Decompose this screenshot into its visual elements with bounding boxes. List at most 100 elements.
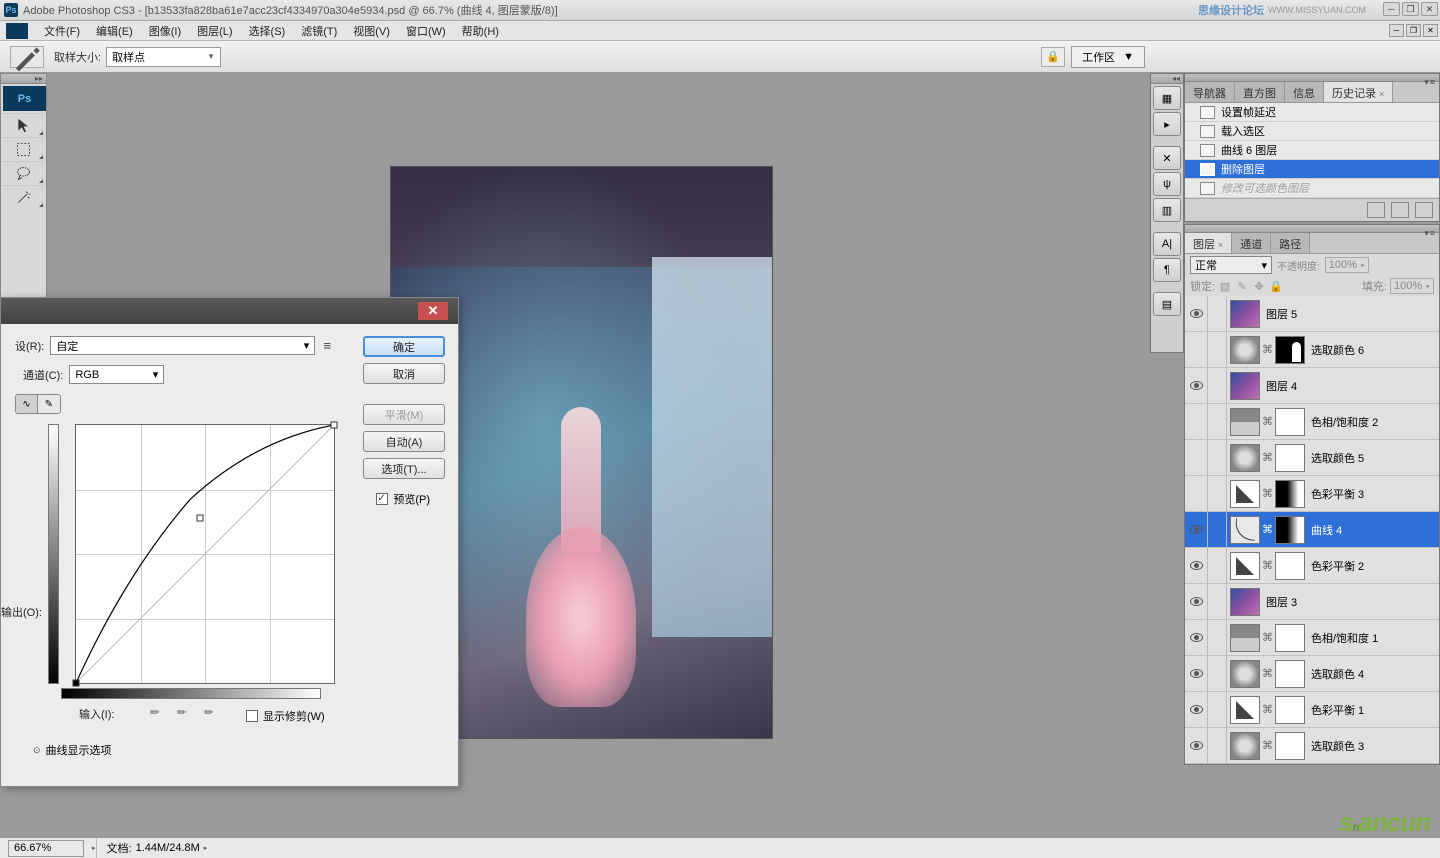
workspace-select[interactable]: 工作区▼	[1071, 46, 1145, 68]
curve-point-mid[interactable]	[196, 514, 203, 521]
link-column[interactable]	[1208, 728, 1227, 763]
show-clipping-checkbox[interactable]	[246, 710, 258, 722]
gray-point-dropper[interactable]: ✎	[174, 698, 199, 723]
layer-row[interactable]: ⌘曲线 4	[1185, 512, 1439, 548]
mask-link-icon[interactable]: ⌘	[1262, 523, 1271, 536]
wand-tool[interactable]	[1, 185, 45, 209]
drawer-tools-icon[interactable]: ✕	[1153, 146, 1181, 170]
layer-row[interactable]: ⌘色彩平衡 1	[1185, 692, 1439, 728]
link-column[interactable]	[1208, 476, 1227, 511]
menu-help[interactable]: 帮助(H)	[454, 21, 507, 41]
layer-row[interactable]: ⌘选取颜色 3	[1185, 728, 1439, 764]
layer-thumbnail[interactable]	[1230, 444, 1260, 472]
tab-navigator[interactable]: 导航器	[1185, 82, 1235, 102]
move-tool[interactable]	[1, 113, 45, 137]
layer-thumbnail[interactable]	[1230, 660, 1260, 688]
lock-pixels-icon[interactable]: ✎	[1235, 279, 1249, 293]
opacity-input[interactable]: 100%▸	[1325, 257, 1369, 273]
white-point-dropper[interactable]: ✎	[201, 698, 226, 723]
link-column[interactable]	[1208, 440, 1227, 475]
visibility-toggle[interactable]	[1185, 476, 1208, 511]
link-column[interactable]	[1208, 368, 1227, 403]
drawer-brush-icon[interactable]: ψ	[1153, 172, 1181, 196]
visibility-toggle[interactable]	[1185, 656, 1208, 691]
layer-thumbnail[interactable]	[1230, 624, 1260, 652]
dialog-titlebar[interactable]: ✕	[1, 298, 458, 324]
doc-minimize[interactable]: ─	[1389, 24, 1404, 37]
link-column[interactable]	[1208, 584, 1227, 619]
marquee-tool[interactable]	[1, 137, 45, 161]
menu-filter[interactable]: 滤镜(T)	[293, 21, 345, 41]
tab-paths[interactable]: 路径	[1271, 233, 1310, 253]
layer-thumbnail[interactable]	[1230, 552, 1260, 580]
visibility-toggle[interactable]	[1185, 296, 1208, 331]
layer-thumbnail[interactable]	[1230, 336, 1260, 364]
visibility-toggle[interactable]	[1185, 548, 1208, 583]
zoom-input[interactable]: 66.67%	[8, 840, 84, 857]
current-tool-indicator[interactable]	[10, 46, 44, 68]
blend-mode-select[interactable]: 正常▾	[1190, 256, 1272, 274]
doc-restore[interactable]: ❐	[1406, 24, 1421, 37]
layer-name[interactable]: 图层 5	[1266, 306, 1439, 322]
menu-edit[interactable]: 编辑(E)	[88, 21, 141, 41]
layer-row[interactable]: ⌘色彩平衡 2	[1185, 548, 1439, 584]
link-column[interactable]	[1208, 692, 1227, 727]
new-doc-icon[interactable]	[1391, 202, 1409, 218]
layer-row[interactable]: 图层 3	[1185, 584, 1439, 620]
layer-row[interactable]: ⌘选取颜色 5	[1185, 440, 1439, 476]
layer-name[interactable]: 选取颜色 5	[1311, 450, 1439, 466]
link-column[interactable]	[1208, 512, 1227, 547]
menu-select[interactable]: 选择(S)	[241, 21, 294, 41]
visibility-toggle[interactable]	[1185, 728, 1208, 763]
visibility-toggle[interactable]	[1185, 512, 1208, 547]
curve-draw-mode[interactable]: ✎	[38, 395, 60, 413]
layer-mask[interactable]	[1275, 480, 1305, 508]
layer-thumbnail[interactable]	[1230, 408, 1260, 436]
drawer-swatch-icon[interactable]: ▥	[1153, 198, 1181, 222]
layer-mask[interactable]	[1275, 732, 1305, 760]
layer-thumbnail[interactable]	[1230, 372, 1260, 400]
visibility-toggle[interactable]	[1185, 620, 1208, 655]
layer-row[interactable]: ⌘ 选取颜色 6	[1185, 332, 1439, 368]
layer-name[interactable]: 色彩平衡 2	[1311, 558, 1439, 574]
smooth-button[interactable]: 平滑(M)	[363, 404, 445, 425]
layers-menu-icon[interactable]: ▾≡	[1424, 228, 1436, 239]
link-column[interactable]	[1208, 332, 1227, 367]
history-row[interactable]: ▸删除图层	[1185, 160, 1439, 179]
preset-select[interactable]: 自定▾	[50, 336, 315, 355]
layer-name[interactable]: 选取颜色 6	[1311, 342, 1439, 358]
tab-history[interactable]: 历史记录×	[1324, 82, 1393, 102]
link-column[interactable]	[1208, 656, 1227, 691]
layer-thumbnail[interactable]	[1230, 516, 1260, 544]
history-row[interactable]: 设置帧延迟	[1185, 103, 1439, 122]
layer-thumbnail[interactable]	[1230, 732, 1260, 760]
visibility-toggle[interactable]	[1185, 368, 1208, 403]
lock-icon[interactable]: 🔒	[1041, 47, 1065, 67]
layer-name[interactable]: 色彩平衡 1	[1311, 702, 1439, 718]
drawer-play-icon[interactable]: ▸	[1153, 112, 1181, 136]
mask-link-icon[interactable]: ⌘	[1262, 487, 1271, 500]
layer-name[interactable]: 图层 4	[1266, 378, 1439, 394]
ok-button[interactable]: 确定	[363, 336, 445, 357]
mask-link-icon[interactable]: ⌘	[1262, 343, 1271, 356]
layer-mask[interactable]	[1275, 408, 1305, 436]
new-snapshot-icon[interactable]	[1367, 202, 1385, 218]
black-point-dropper[interactable]: ✎	[147, 698, 172, 723]
options-button[interactable]: 选项(T)...	[363, 458, 445, 479]
link-column[interactable]	[1208, 296, 1227, 331]
mask-link-icon[interactable]: ⌘	[1262, 739, 1271, 752]
lock-all-icon[interactable]: 🔒	[1269, 279, 1283, 293]
minimize-button[interactable]: ─	[1383, 2, 1400, 16]
history-row[interactable]: 载入选区	[1185, 122, 1439, 141]
tab-histogram[interactable]: 直方图	[1235, 82, 1285, 102]
layer-name[interactable]: 选取颜色 4	[1311, 666, 1439, 682]
preset-menu-icon[interactable]: ≡	[323, 338, 331, 353]
curve-point-mode[interactable]: ∿	[16, 395, 38, 413]
layer-row[interactable]: ⌘色相/饱和度 2	[1185, 404, 1439, 440]
layer-thumbnail[interactable]	[1230, 480, 1260, 508]
curves-graph[interactable]	[75, 424, 335, 684]
panel-menu-icon[interactable]: ▾≡	[1424, 77, 1436, 88]
mask-link-icon[interactable]: ⌘	[1262, 631, 1271, 644]
dialog-close-button[interactable]: ✕	[418, 302, 448, 320]
link-column[interactable]	[1208, 404, 1227, 439]
